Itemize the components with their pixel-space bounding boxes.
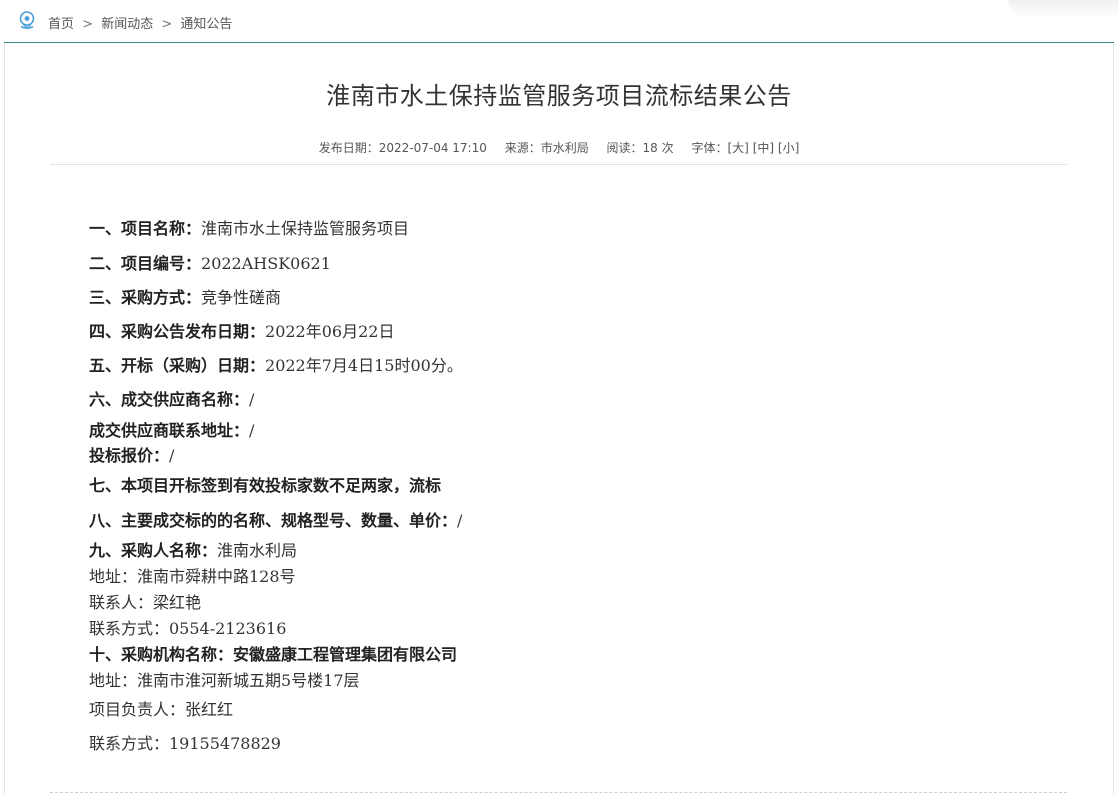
line-label: 六、成交供应商名称： bbox=[89, 390, 250, 409]
line-value: 联系方式：0554-2123616 bbox=[89, 619, 287, 638]
body-line: 五、开标（采购）日期：2022年7月4日15时00分。 bbox=[89, 352, 463, 376]
breadcrumb-news-link[interactable]: 新闻动态 bbox=[101, 13, 153, 32]
breadcrumb-home-link[interactable]: 首页 bbox=[48, 13, 74, 32]
line-value: 项目负责人：张红红 bbox=[89, 700, 234, 719]
line-label: 十、采购机构名称： bbox=[89, 645, 234, 664]
breadcrumb-separator: > bbox=[161, 17, 173, 32]
view-count: 阅读：18 次 bbox=[606, 141, 674, 155]
line-label: 七、本项目开标签到有效投标家数不足两家，流标 bbox=[89, 476, 442, 495]
body-line: 一、项目名称：淮南市水土保持监管服务项目 bbox=[89, 215, 409, 239]
line-value: 2022AHSK0621 bbox=[201, 254, 331, 273]
line-value: 地址：淮南市舜耕中路128号 bbox=[89, 567, 296, 586]
line-label: 九、采购人名称： bbox=[89, 541, 218, 560]
body-line: 六、成交供应商名称：/ bbox=[89, 386, 254, 410]
line-value: / bbox=[169, 446, 175, 465]
font-size-control: 字体：[大] [中] [小] bbox=[691, 141, 799, 155]
line-value: 竞争性磋商 bbox=[201, 288, 282, 307]
line-value: 地址：淮南市淮河新城五期5号楼17层 bbox=[89, 671, 360, 690]
body-line: 联系人：梁红艳 bbox=[89, 589, 201, 613]
line-label: 三、采购方式： bbox=[89, 288, 202, 307]
line-value: / bbox=[249, 421, 255, 440]
line-value: 2022年7月4日15时00分。 bbox=[265, 356, 463, 375]
body-line: 投标报价：/ bbox=[89, 442, 174, 466]
line-value: 联系方式：19155478829 bbox=[89, 734, 281, 753]
line-label: 二、项目编号： bbox=[89, 254, 202, 273]
font-size-small-button[interactable]: [小] bbox=[778, 141, 799, 155]
body-line: 成交供应商联系地址：/ bbox=[89, 417, 254, 441]
body-line: 联系方式：19155478829 bbox=[89, 730, 281, 754]
breadcrumb-separator: > bbox=[82, 17, 94, 32]
line-label: 成交供应商联系地址： bbox=[89, 421, 250, 440]
article-meta: 发布日期：2022-07-04 17:10 来源：市水利局 阅读：18 次 字体… bbox=[0, 139, 1118, 156]
line-value: 淮南市水土保持监管服务项目 bbox=[201, 219, 410, 238]
body-line: 八、主要成交标的的名称、规格型号、数量、单价：/ bbox=[89, 507, 462, 531]
body-line: 项目负责人：张红红 bbox=[89, 696, 233, 720]
divider bbox=[50, 164, 1067, 165]
line-value: 联系人：梁红艳 bbox=[89, 593, 202, 612]
line-value: / bbox=[457, 511, 463, 530]
article-source: 来源：市水利局 bbox=[504, 141, 589, 155]
body-line: 七、本项目开标签到有效投标家数不足两家，流标 bbox=[89, 472, 441, 496]
body-line: 九、采购人名称：淮南水利局 bbox=[89, 537, 297, 561]
line-value: 安徽盛康工程管理集团有限公司 bbox=[233, 645, 458, 664]
body-line: 十、采购机构名称：安徽盛康工程管理集团有限公司 bbox=[89, 641, 457, 665]
body-line: 三、采购方式：竞争性磋商 bbox=[89, 284, 281, 308]
location-pin-icon bbox=[19, 11, 35, 30]
line-label: 一、项目名称： bbox=[89, 219, 202, 238]
body-line: 地址：淮南市舜耕中路128号 bbox=[89, 563, 296, 587]
top-bar: 首页 > 新闻动态 > 通知公告 bbox=[4, 0, 1114, 43]
article-title: 淮南市水土保持监管服务项目流标结果公告 bbox=[326, 82, 792, 110]
line-label: 八、主要成交标的的名称、规格型号、数量、单价： bbox=[89, 511, 458, 530]
font-size-large-button[interactable]: [大] bbox=[727, 141, 748, 155]
line-value: / bbox=[249, 390, 255, 409]
body-line: 二、项目编号：2022AHSK0621 bbox=[89, 250, 331, 274]
bottom-dashed-divider bbox=[50, 792, 1067, 793]
window-shadow bbox=[1008, 0, 1118, 18]
body-line: 地址：淮南市淮河新城五期5号楼17层 bbox=[89, 667, 360, 691]
breadcrumb: 首页 > 新闻动态 > 通知公告 bbox=[48, 13, 232, 32]
line-label: 五、开标（采购）日期： bbox=[89, 356, 266, 375]
font-size-medium-button[interactable]: [中] bbox=[753, 141, 774, 155]
body-line: 联系方式：0554-2123616 bbox=[89, 615, 286, 639]
line-value: 淮南水利局 bbox=[217, 541, 298, 560]
font-size-label: 字体： bbox=[691, 141, 728, 155]
line-label: 投标报价： bbox=[89, 446, 170, 465]
line-label: 四、采购公告发布日期： bbox=[89, 322, 266, 341]
line-value: 2022年06月22日 bbox=[265, 322, 395, 341]
publish-date: 发布日期：2022-07-04 17:10 bbox=[318, 141, 487, 155]
body-line: 四、采购公告发布日期：2022年06月22日 bbox=[89, 318, 394, 342]
breadcrumb-notice-link[interactable]: 通知公告 bbox=[180, 13, 232, 32]
